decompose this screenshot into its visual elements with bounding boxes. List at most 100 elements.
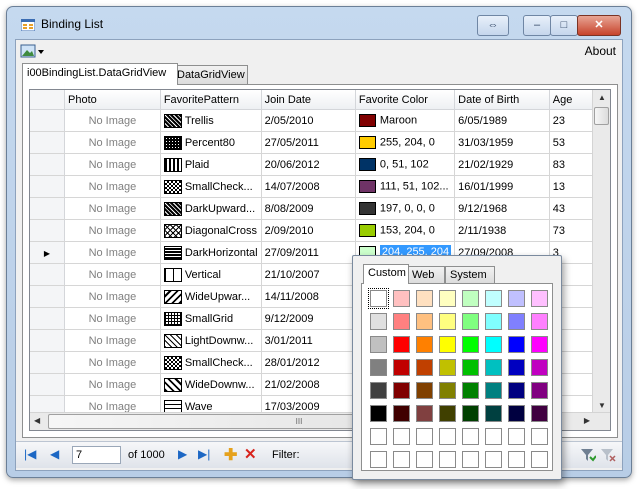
vertical-scrollbar[interactable]: ▲ ▼ [592,90,610,413]
row-header[interactable] [30,351,66,374]
color-swatch-cell[interactable] [370,313,387,330]
join-date-cell[interactable]: 28/01/2012 [261,351,356,374]
color-swatch-cell[interactable] [485,359,502,376]
color-swatch-cell[interactable] [416,336,433,353]
photo-cell[interactable]: No Image [64,373,161,396]
tab-web[interactable]: Web [407,266,445,283]
color-swatch-cell[interactable] [508,451,525,468]
color-swatch-cell[interactable] [393,405,410,422]
pattern-cell[interactable]: LightDownw... [160,329,262,352]
color-cell[interactable]: 111, 51, 102... [355,175,456,198]
color-swatch-cell[interactable] [485,336,502,353]
color-swatch-cell[interactable] [531,359,548,376]
color-cell[interactable]: 0, 51, 102 [355,153,456,176]
color-swatch-cell[interactable] [485,290,502,307]
color-swatch-cell[interactable] [393,451,410,468]
join-date-cell[interactable]: 2/05/2010 [261,109,356,132]
filter-icon[interactable] [580,447,596,463]
row-header[interactable] [30,131,66,154]
table-row[interactable]: No Image DiagonalCross 2/09/2010 153, 204, … [30,219,610,242]
color-swatch-cell[interactable] [531,290,548,307]
join-date-cell[interactable]: 14/07/2008 [261,175,356,198]
tab-custom[interactable]: Custom [363,264,409,284]
photo-cell[interactable]: No Image [64,263,161,286]
color-swatch-cell[interactable] [393,359,410,376]
scroll-right-icon[interactable]: ▶ [584,416,590,425]
color-cell[interactable]: Maroon [355,109,456,132]
color-swatch-cell[interactable] [439,382,456,399]
join-date-cell[interactable]: 3/01/2011 [261,329,356,352]
row-header[interactable] [30,307,66,330]
color-swatch-cell[interactable] [416,382,433,399]
color-swatch-cell[interactable] [393,382,410,399]
photo-cell[interactable]: No Image [64,219,161,242]
color-swatch-cell[interactable] [370,336,387,353]
row-header[interactable] [30,109,66,132]
add-icon[interactable]: ✚ [224,445,237,465]
photo-cell[interactable]: No Image [64,285,161,308]
join-date-cell[interactable]: 2/09/2010 [261,219,356,242]
join-date-cell[interactable]: 8/08/2009 [261,197,356,220]
pattern-cell[interactable]: SmallCheck... [160,175,262,198]
table-row[interactable]: No Image Trellis 2/05/2010 Maroon 6/05/1989 2… [30,109,610,132]
row-header[interactable] [30,197,66,220]
row-header[interactable] [30,153,66,176]
photo-cell[interactable]: No Image [64,329,161,352]
color-cell[interactable]: 153, 204, 0 [355,219,456,242]
tab-binding-list[interactable]: i00BindingList.DataGridView [22,63,178,85]
first-record-icon[interactable]: |◀ [24,447,36,461]
color-swatch-cell[interactable] [393,336,410,353]
color-swatch-cell[interactable] [462,451,479,468]
scroll-down-icon[interactable]: ▼ [598,401,606,410]
color-swatch-cell[interactable] [462,382,479,399]
pattern-cell[interactable]: Trellis [160,109,262,132]
color-swatch-cell[interactable] [416,290,433,307]
minimize-button[interactable]: – [523,15,551,36]
column-header-photo[interactable]: Photo [64,90,161,110]
row-header[interactable] [30,175,66,198]
about-menu[interactable]: About [585,44,616,58]
photo-cell[interactable]: No Image [64,351,161,374]
photo-cell[interactable]: No Image [64,153,161,176]
color-swatch-cell[interactable] [462,336,479,353]
join-date-cell[interactable]: 14/11/2008 [261,285,356,308]
join-date-cell[interactable]: 27/09/2011 [261,241,356,264]
join-date-cell[interactable]: 21/10/2007 [261,263,356,286]
pattern-cell[interactable]: SmallGrid [160,307,262,330]
pattern-cell[interactable]: SmallCheck... [160,351,262,374]
pattern-cell[interactable]: WideUpwar... [160,285,262,308]
row-header[interactable]: ▶ [30,241,66,264]
join-date-cell[interactable]: 20/06/2012 [261,153,356,176]
color-swatch-cell[interactable] [416,451,433,468]
color-swatch-cell[interactable] [508,382,525,399]
color-swatch-cell[interactable] [485,313,502,330]
color-swatch-cell[interactable] [393,428,410,445]
table-row[interactable]: No Image DarkUpward... 8/08/2009 197, 0, 0,… [30,197,610,220]
position-field[interactable]: 7 [72,446,121,464]
color-swatch-cell[interactable] [368,288,389,309]
scroll-left-icon[interactable]: ◀ [34,416,40,425]
color-cell[interactable]: 197, 0, 0, 0 [355,197,456,220]
dob-cell[interactable]: 21/02/1929 [454,153,550,176]
column-header-join-date[interactable]: Join Date [261,90,356,110]
color-swatch-cell[interactable] [531,405,548,422]
color-swatch-cell[interactable] [370,405,387,422]
color-swatch-cell[interactable] [416,359,433,376]
join-date-cell[interactable]: 27/05/2011 [261,131,356,154]
flip-window-button[interactable]: ⇔ [477,15,509,36]
color-swatch-cell[interactable] [508,405,525,422]
color-swatch-cell[interactable] [370,451,387,468]
previous-record-icon[interactable]: ◀ [50,447,59,461]
photo-cell[interactable]: No Image [64,131,161,154]
color-swatch-cell[interactable] [531,313,548,330]
color-swatch-cell[interactable] [439,405,456,422]
next-record-icon[interactable]: ▶ [178,447,187,461]
color-swatch-cell[interactable] [393,290,410,307]
color-swatch-cell[interactable] [462,359,479,376]
color-swatch-cell[interactable] [462,313,479,330]
join-date-cell[interactable]: 21/02/2008 [261,373,356,396]
color-swatch-cell[interactable] [485,405,502,422]
color-swatch-cell[interactable] [439,428,456,445]
pattern-cell[interactable]: DarkHorizontal [160,241,262,264]
color-swatch-cell[interactable] [439,313,456,330]
